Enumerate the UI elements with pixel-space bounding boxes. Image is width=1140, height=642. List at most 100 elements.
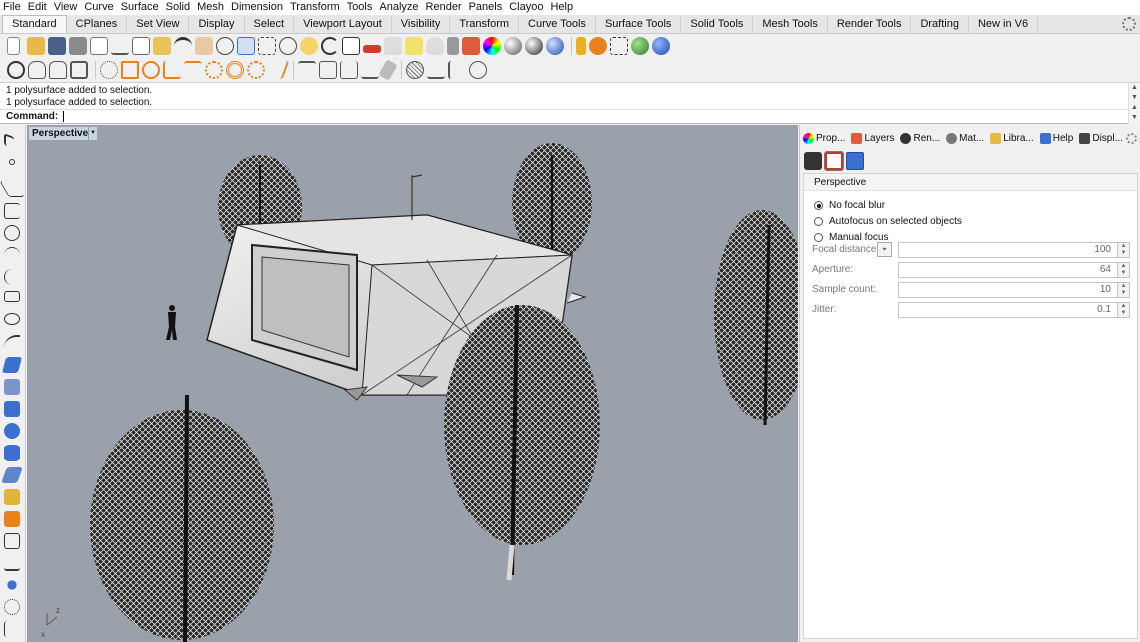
pencil-icon[interactable] [576,37,586,55]
menu-clayoo[interactable]: Clayoo [509,0,543,15]
target-icon[interactable] [469,61,487,79]
panel-tab-display[interactable]: Displ... [1079,132,1123,144]
tab-display[interactable]: Display [189,16,245,33]
tab-solid-tools[interactable]: Solid Tools [681,16,754,33]
tab-render-tools[interactable]: Render Tools [828,16,912,33]
radio-button[interactable] [814,217,823,226]
orange-tool-5-icon[interactable] [205,61,223,79]
freeform-curve-icon[interactable] [4,335,20,351]
boolean-icon[interactable] [4,489,20,505]
move-view-icon[interactable] [216,37,234,55]
color-wheel-icon[interactable] [483,37,501,55]
sun-icon[interactable] [247,61,265,79]
viewport-title[interactable]: Perspective [29,127,92,140]
eraser-icon[interactable] [378,59,398,81]
pan-icon[interactable] [195,37,213,55]
paste-icon[interactable] [153,37,171,55]
command-scrollbar[interactable]: ▲ ▼ ▲ ▼ [1128,83,1140,124]
line-icon[interactable] [0,181,25,197]
undo-icon[interactable] [174,37,192,55]
spinner-icon[interactable]: ▲ ▼ [1118,282,1130,298]
layer-icon[interactable] [462,37,480,55]
frame-icon[interactable] [824,151,844,171]
lock-icon[interactable] [447,37,459,55]
move-icon[interactable] [4,533,20,549]
orange-tool-3-icon[interactable] [163,61,181,79]
snap-icon[interactable] [4,621,20,637]
light-bulb-icon[interactable] [426,37,444,55]
curve-icon[interactable] [4,269,20,285]
panel-tab-layers[interactable]: Layers [851,132,894,144]
sphere-solid-icon[interactable] [4,423,20,439]
open-folder-icon[interactable] [27,37,45,55]
jitter-input[interactable]: 0.1 [898,302,1118,318]
cylinder-solid-icon[interactable] [4,445,20,461]
scroll-down-icon[interactable]: ▼ [1129,93,1140,103]
menu-transform[interactable]: Transform [290,0,340,15]
menu-solid[interactable]: Solid [166,0,190,15]
plant-icon[interactable] [361,61,379,79]
car-icon[interactable] [49,61,67,79]
surface-edge-icon[interactable] [4,379,20,395]
zoom-window-icon[interactable] [258,37,276,55]
tab-transform[interactable]: Transform [450,16,520,33]
cut-icon[interactable] [111,37,129,55]
box-solid-icon[interactable] [4,401,20,417]
tab-drafting[interactable]: Drafting [911,16,969,33]
zoom-extents-icon[interactable] [279,37,297,55]
globe-icon[interactable] [631,37,649,55]
menu-dimension[interactable]: Dimension [231,0,283,15]
tab-mesh-tools[interactable]: Mesh Tools [753,16,828,33]
tab-set-view[interactable]: Set View [127,16,190,33]
shade-sphere-icon[interactable] [546,37,564,55]
radio-button[interactable] [814,233,823,242]
panel-tab-materials[interactable]: Mat... [946,132,984,144]
material-sphere-icon[interactable] [504,37,522,55]
points-cluster-icon[interactable] [4,599,20,615]
tab-viewport-layout[interactable]: Viewport Layout [294,16,392,33]
box-icon[interactable] [319,61,337,79]
car-render-icon[interactable] [363,45,381,53]
box-open-icon[interactable] [340,61,358,79]
point-icon[interactable] [9,159,15,165]
tab-new-in-v6[interactable]: New in V6 [969,16,1039,33]
scroll-up-icon[interactable]: ▲ [1129,83,1140,93]
export-icon[interactable] [90,37,108,55]
tab-standard[interactable]: Standard [2,15,67,33]
surface-blue-icon[interactable] [1,357,23,373]
menu-panels[interactable]: Panels [469,0,503,15]
arc-icon[interactable] [4,247,20,263]
print-icon[interactable] [69,37,87,55]
orange-tool-7-icon[interactable] [264,61,290,79]
render-sphere-icon[interactable] [525,37,543,55]
aperture-input[interactable]: 64 [898,262,1118,278]
perspective-viewport[interactable]: z x Perspective ▼ [27,125,798,642]
circle-icon[interactable] [4,225,20,241]
zoom-icon[interactable] [237,37,255,55]
panel-tab-help[interactable]: Help [1039,132,1073,144]
four-viewports-icon[interactable] [342,37,360,55]
new-file-icon[interactable] [7,37,20,55]
command-input-caret[interactable] [63,110,65,122]
orange-tool-2-icon[interactable] [142,61,160,79]
radio-button[interactable] [814,201,823,210]
panel-tab-rendering[interactable]: Ren... [900,132,940,144]
focal-distance-input[interactable]: 100 [898,242,1118,258]
mesh-plane-icon[interactable] [1,467,23,483]
rotate-view-icon[interactable] [321,37,339,55]
menu-help[interactable]: Help [550,0,573,15]
rectangle-icon[interactable] [4,291,20,302]
camera-icon[interactable] [804,152,822,170]
options-icon[interactable] [589,37,607,55]
orange-tool-4-icon[interactable] [184,61,202,79]
menu-file[interactable]: File [3,0,21,15]
polyline-icon[interactable] [4,203,20,219]
check-circle-icon[interactable] [7,61,25,79]
teapot-icon[interactable] [28,61,46,79]
menu-surface[interactable]: Surface [121,0,159,15]
panel-settings-gear-icon[interactable] [1126,133,1137,144]
group-spheres-icon[interactable] [4,577,20,593]
scroll-down-icon[interactable]: ▼ [1129,113,1140,123]
transform-orange-icon[interactable] [4,511,20,527]
command-prompt[interactable]: Command: [0,109,1128,123]
